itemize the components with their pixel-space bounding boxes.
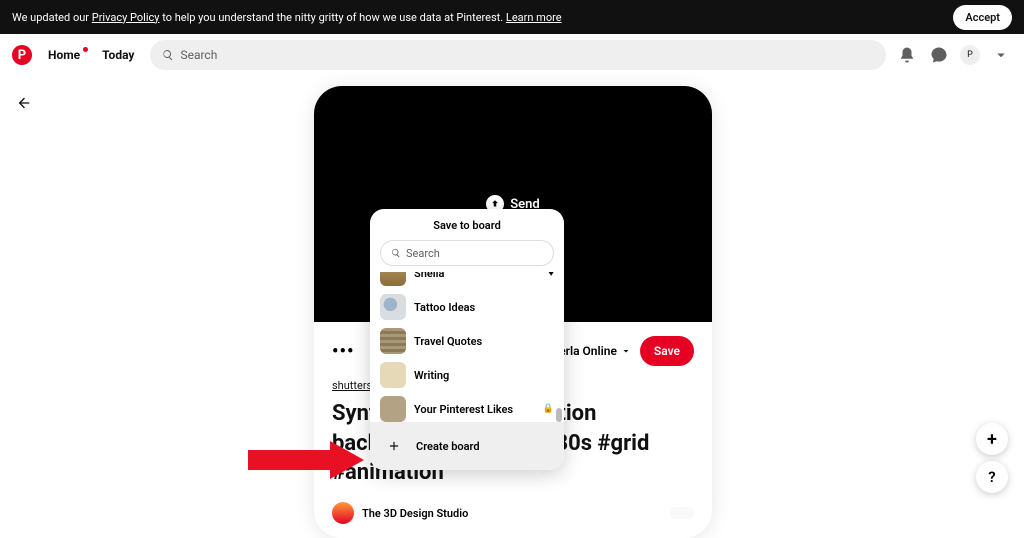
notifications-icon[interactable] — [896, 44, 918, 66]
plus-icon — [382, 434, 406, 458]
annotation-arrow — [248, 441, 370, 479]
board-label: Writing — [414, 369, 449, 382]
heart-icon: ♥ — [548, 272, 554, 279]
scrollbar-thumb[interactable] — [556, 408, 562, 422]
create-board-label: Create board — [416, 440, 480, 453]
chevron-down-icon — [620, 345, 632, 357]
help-fab[interactable]: ? — [976, 461, 1008, 493]
board-label: Your Pinterest Likes — [414, 403, 513, 416]
privacy-text: We updated our Privacy Policy to help yo… — [12, 11, 562, 24]
author-row: The 3D Design Studio — [332, 502, 694, 524]
top-nav: P Home Today Search P — [0, 34, 1024, 76]
accept-button[interactable]: Accept — [953, 5, 1012, 30]
nav-home[interactable]: Home — [42, 48, 86, 62]
search-input[interactable]: Search — [150, 40, 886, 70]
lock-icon: 🔒 — [543, 404, 554, 414]
board-thumb — [380, 328, 406, 354]
board-item[interactable]: Travel Quotes — [370, 324, 564, 358]
boards-list: Sheila ♥ Tattoo Ideas Travel Quotes Writ… — [370, 272, 564, 422]
save-to-board-modal: Save to board Search Sheila ♥ Tattoo Ide… — [370, 209, 564, 470]
privacy-banner: We updated our Privacy Policy to help yo… — [0, 0, 1024, 34]
board-label: Tattoo Ideas — [414, 301, 475, 314]
board-item[interactable]: Sheila ♥ — [370, 272, 564, 290]
account-menu-chevron[interactable] — [990, 44, 1012, 66]
back-button[interactable] — [16, 95, 32, 115]
pinterest-logo[interactable]: P — [12, 45, 32, 65]
privacy-text-b: to help you understand the nitty gritty … — [159, 11, 505, 24]
create-board-button[interactable]: Create board Create board — [370, 422, 564, 470]
board-search-placeholder: Search — [406, 247, 440, 260]
board-item[interactable]: Your Pinterest Likes 🔒 — [370, 392, 564, 422]
board-thumb — [380, 396, 406, 422]
search-icon — [162, 49, 174, 61]
board-thumb — [380, 272, 406, 286]
search-placeholder: Search — [180, 48, 217, 62]
learn-more-link[interactable]: Learn more — [506, 11, 562, 24]
modal-title: Save to board — [370, 209, 564, 240]
avatar[interactable]: P — [960, 45, 980, 65]
save-button[interactable]: Save — [640, 336, 694, 366]
board-thumb — [380, 294, 406, 320]
board-search-input[interactable]: Search — [380, 240, 554, 266]
board-label: Sheila — [414, 272, 444, 280]
messages-icon[interactable] — [928, 44, 950, 66]
follow-button[interactable] — [670, 507, 694, 519]
nav-today[interactable]: Today — [96, 48, 140, 62]
board-label: Travel Quotes — [414, 335, 482, 348]
privacy-policy-link[interactable]: Privacy Policy — [92, 11, 160, 24]
author-avatar[interactable] — [332, 502, 354, 524]
author-name[interactable]: The 3D Design Studio — [362, 507, 468, 520]
privacy-text-a: We updated our — [12, 11, 92, 24]
board-thumb — [380, 362, 406, 388]
add-fab[interactable]: + — [976, 423, 1008, 455]
more-options-icon[interactable]: ••• — [332, 341, 354, 362]
board-item[interactable]: Tattoo Ideas — [370, 290, 564, 324]
search-icon — [391, 248, 401, 258]
board-item[interactable]: Writing — [370, 358, 564, 392]
